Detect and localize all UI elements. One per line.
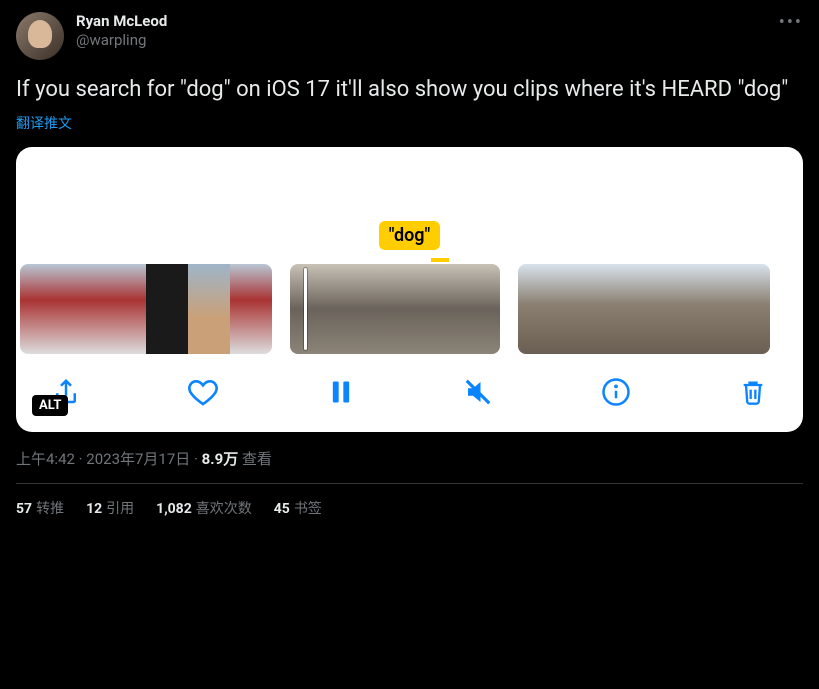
author-names[interactable]: Ryan McLeod @warpling [76,12,167,50]
video-frame [20,264,62,354]
media-inner: "dog" [16,147,803,432]
video-frame [686,264,728,354]
clip-group[interactable] [290,264,500,354]
video-frame [374,264,416,354]
video-frame [332,264,374,354]
tweet-header: Ryan McLeod @warpling ••• [16,12,803,60]
media-card[interactable]: "dog" [16,147,803,432]
video-frame [188,264,230,354]
likes-label: 喜欢次数 [196,501,252,517]
info-button[interactable] [598,374,634,410]
retweets-stat[interactable]: 57转推 [16,498,64,518]
bookmarks-stat[interactable]: 45书签 [274,498,322,518]
delete-button[interactable] [735,374,771,410]
video-frame [602,264,644,354]
translate-link[interactable]: 翻译推文 [16,113,803,133]
likes-count: 1,082 [156,501,192,517]
heart-icon [187,376,219,408]
video-frame [62,264,104,354]
separator-dot: · [190,450,201,468]
clip-group[interactable] [20,264,272,354]
tweet-stats: 57转推 12引用 1,082喜欢次数 45书签 [16,498,803,518]
timeline-marker [431,258,449,262]
display-name: Ryan McLeod [76,12,167,31]
video-frame [416,264,458,354]
trash-icon [739,378,767,406]
media-toolbar [16,354,803,432]
search-term-badge: "dog" [379,221,441,250]
timestamp[interactable]: 上午4:42 · 2023年7月17日 [16,450,190,468]
views-label: 查看 [238,450,272,468]
bookmarks-label: 书签 [294,501,322,517]
pause-icon [327,378,355,406]
video-frame [518,264,560,354]
video-frame [290,264,332,354]
like-button[interactable] [185,374,221,410]
quotes-count: 12 [86,501,102,517]
tweet-text: If you search for "dog" on iOS 17 it'll … [16,76,803,105]
divider [16,483,803,484]
likes-stat[interactable]: 1,082喜欢次数 [156,498,252,518]
bookmarks-count: 45 [274,501,290,517]
mute-button[interactable] [460,374,496,410]
more-options-button[interactable]: ••• [779,12,803,33]
video-frame [146,264,188,354]
pause-button[interactable] [323,374,359,410]
video-frame [458,264,500,354]
video-timeline[interactable] [16,264,803,354]
video-frame [230,264,272,354]
clip-group[interactable] [518,264,770,354]
video-frame [560,264,602,354]
views-count: 8.9万 [202,450,239,468]
retweets-label: 转推 [36,501,64,517]
quotes-label: 引用 [106,501,134,517]
retweets-count: 57 [16,501,32,517]
tweet-meta: 上午4:42 · 2023年7月17日 · 8.9万 查看 [16,448,803,469]
playhead[interactable] [304,268,307,350]
quotes-stat[interactable]: 12引用 [86,498,134,518]
video-frame [728,264,770,354]
speaker-muted-icon [463,377,493,407]
alt-badge[interactable]: ALT [32,395,68,416]
info-icon [601,377,631,407]
avatar[interactable] [16,12,64,60]
tweet-container: Ryan McLeod @warpling ••• If you search … [0,0,819,530]
handle: @warpling [76,31,167,50]
video-frame [644,264,686,354]
video-frame [104,264,146,354]
